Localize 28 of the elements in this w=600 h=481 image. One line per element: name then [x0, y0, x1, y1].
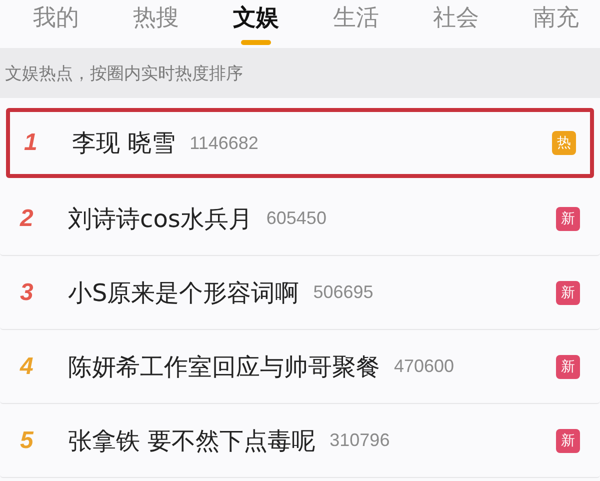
trend-badge: 新 [556, 206, 580, 230]
rank-number: 4 [20, 352, 34, 380]
heat-count: 1146682 [190, 132, 258, 154]
rank-number: 1 [24, 129, 38, 157]
heat-count: 506695 [313, 282, 374, 303]
trend-row[interactable]: 5 张拿铁 要不然下点毒呢 310796 新 [0, 404, 600, 478]
category-tab[interactable]: 文娱 [206, 0, 306, 48]
active-underline [241, 40, 271, 45]
trend-title: 刘诗诗cos水兵月 [68, 204, 252, 234]
notice-text: 文娱热点，按圈内实时热度排序 [0, 48, 600, 98]
trend-title: 张拿铁 要不然下点毒呢 [68, 426, 316, 456]
rank-number: 2 [20, 204, 34, 232]
heat-count: 470600 [394, 356, 454, 377]
rank-number: 3 [20, 278, 34, 306]
rank-number: 5 [20, 426, 35, 454]
trend-badge: 新 [556, 354, 580, 378]
trend-badge: 新 [556, 280, 580, 304]
heat-count: 310796 [330, 430, 390, 451]
trend-row[interactable]: 3 小S原来是个形容词啊 506695 新 [0, 256, 600, 330]
trend-row[interactable]: 4 陈妍希工作室回应与帅哥聚餐 470600 新 [0, 330, 600, 404]
highlighted-row[interactable]: 1 李现 晓雪 1146682 热 [6, 108, 594, 178]
trend-badge: 热 [552, 131, 576, 155]
trend-row[interactable]: 2 刘诗诗cos水兵月 605450 新 [0, 182, 600, 256]
trend-badge: 新 [556, 428, 580, 452]
heat-count: 605450 [266, 208, 326, 229]
trend-title: 李现 晓雪 [72, 128, 176, 159]
trend-title: 小S原来是个形容词啊 [68, 278, 300, 308]
trend-title: 陈妍希工作室回应与帅哥聚餐 [68, 352, 380, 382]
